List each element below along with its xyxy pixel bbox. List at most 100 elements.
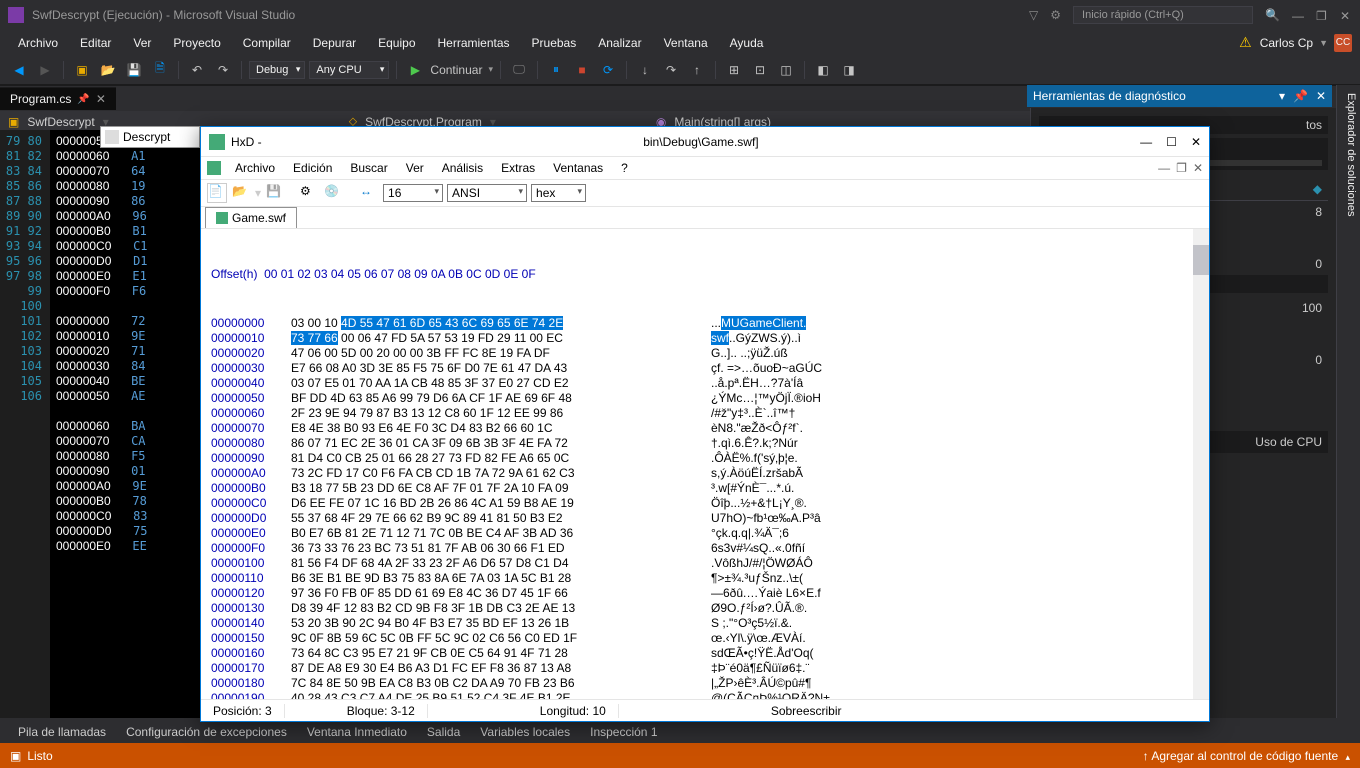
config-dropdown[interactable]: Debug <box>249 61 305 79</box>
back-button[interactable]: ◀ <box>8 59 30 81</box>
tb-icon-4[interactable]: ◧ <box>812 59 834 81</box>
hxd-toolbar: 📄 📂 ▾ 💾 ⚙ 💿 ↔ 16 ANSI hex <box>201 179 1209 207</box>
redo-button[interactable]: ↷ <box>212 59 234 81</box>
hxd-bytes-field[interactable]: 16 <box>383 184 443 202</box>
user-name[interactable]: Carlos Cp <box>1260 36 1313 50</box>
hxd-mdi-max-icon[interactable]: ❐ <box>1176 161 1187 175</box>
hxd-minimize-icon[interactable]: — <box>1140 135 1152 149</box>
hxd-tab-game-swf[interactable]: Game.swf <box>205 207 297 228</box>
tab-program-cs[interactable]: Program.cs 📌 ✕ <box>0 87 116 110</box>
hxd-menu-extras[interactable]: Extras <box>493 159 543 177</box>
forward-button[interactable]: ▶ <box>34 59 56 81</box>
menu-proyecto[interactable]: Proyecto <box>163 33 230 53</box>
menu-ventana[interactable]: Ventana <box>654 33 718 53</box>
hxd-base-field[interactable]: hex <box>531 184 586 202</box>
menu-herramientas[interactable]: Herramientas <box>428 33 520 53</box>
btab-locals[interactable]: Variables locales <box>470 722 580 742</box>
browser-button[interactable]: 🖵 <box>508 59 530 81</box>
hxd-close-icon[interactable]: ✕ <box>1191 135 1201 149</box>
menu-ver[interactable]: Ver <box>123 33 161 53</box>
hxd-menu-edicion[interactable]: Edición <box>285 159 340 177</box>
btab-output[interactable]: Salida <box>417 722 470 742</box>
hxd-save-button[interactable]: 💾 <box>265 183 285 203</box>
undo-button[interactable]: ↶ <box>186 59 208 81</box>
btab-callstack[interactable]: Pila de llamadas <box>8 722 116 742</box>
diag-col-2[interactable]: Uso de CPU <box>1255 435 1322 449</box>
tb-icon-5[interactable]: ◨ <box>838 59 860 81</box>
vs-menubar: Archivo Editar Ver Proyecto Compilar Dep… <box>0 30 1360 55</box>
hxd-new-button[interactable]: 📄 <box>207 183 227 203</box>
menu-editar[interactable]: Editar <box>70 33 121 53</box>
quick-launch-input[interactable]: Inicio rápido (Ctrl+Q) <box>1073 6 1253 24</box>
solution-explorer-tab[interactable]: Explorador de soluciones <box>1336 85 1360 718</box>
hxd-menu-help[interactable]: ? <box>613 159 636 177</box>
minimize-icon[interactable]: — <box>1292 9 1304 21</box>
step-out-button[interactable]: ↑ <box>686 59 708 81</box>
diag-val-100: 100 <box>1302 301 1322 315</box>
hxd-menu-archivo[interactable]: Archivo <box>227 159 283 177</box>
hxd-menu-ventanas[interactable]: Ventanas <box>545 159 611 177</box>
hxd-mdi-close-icon[interactable]: ✕ <box>1193 161 1203 175</box>
feedback-icon[interactable]: ⚙ <box>1050 8 1061 22</box>
search-icon[interactable]: 🔍 <box>1265 8 1280 22</box>
btab-immediate[interactable]: Ventana Inmediato <box>297 722 417 742</box>
warning-icon: ⚠ <box>1239 34 1252 51</box>
diagnostics-header[interactable]: Herramientas de diagnóstico ▾ 📌 ✕ <box>1027 85 1332 107</box>
hxd-menu-ver[interactable]: Ver <box>398 159 432 177</box>
hxd-app-icon <box>209 134 225 150</box>
new-project-button[interactable]: ▣ <box>71 59 93 81</box>
diag-close-icon[interactable]: ✕ <box>1316 89 1326 103</box>
menu-depurar[interactable]: Depurar <box>303 33 366 53</box>
break-all-button[interactable]: ⏸ <box>545 59 567 81</box>
tb-icon-3[interactable]: ◫ <box>775 59 797 81</box>
descrypt-window[interactable]: Descrypt <box>100 126 200 148</box>
hxd-mdi-min-icon[interactable]: — <box>1158 161 1170 175</box>
crumb-1[interactable]: SwfDescrypt <box>19 115 102 129</box>
tb-icon-1[interactable]: ⊞ <box>723 59 745 81</box>
hxd-menu-analisis[interactable]: Análisis <box>434 159 491 177</box>
hxd-ram-button[interactable]: ⚙ <box>299 183 319 203</box>
close-icon[interactable]: ✕ <box>1340 9 1352 21</box>
user-badge[interactable]: CC <box>1334 34 1352 52</box>
save-button[interactable]: 💾 <box>123 59 145 81</box>
save-all-button[interactable]: 🗎 <box>149 59 171 81</box>
restart-button[interactable]: ⟳ <box>597 59 619 81</box>
open-button[interactable]: 📂 <box>97 59 119 81</box>
platform-dropdown[interactable]: Any CPU <box>309 61 389 79</box>
hxd-open-button[interactable]: 📂 <box>231 183 251 203</box>
menu-compilar[interactable]: Compilar <box>233 33 301 53</box>
hxd-status-mode: Sobreescribir <box>759 704 854 718</box>
vs-logo-icon <box>8 7 24 23</box>
menu-pruebas[interactable]: Pruebas <box>522 33 587 53</box>
flag-icon[interactable]: ▽ <box>1029 8 1038 22</box>
menu-equipo[interactable]: Equipo <box>368 33 425 53</box>
hxd-maximize-icon[interactable]: ☐ <box>1166 135 1177 149</box>
hxd-disk-button[interactable]: 💿 <box>323 183 343 203</box>
tab-close-icon[interactable]: ✕ <box>96 92 106 106</box>
btab-watch[interactable]: Inspección 1 <box>580 722 667 742</box>
user-dropdown-icon[interactable]: ▼ <box>1319 38 1328 48</box>
hxd-menu-buscar[interactable]: Buscar <box>342 159 395 177</box>
hxd-hex-view[interactable]: Offset(h) 00 01 02 03 04 05 06 07 08 09 … <box>201 229 1209 699</box>
menu-ayuda[interactable]: Ayuda <box>720 33 774 53</box>
maximize-icon[interactable]: ❐ <box>1316 9 1328 21</box>
step-into-button[interactable]: ↓ <box>634 59 656 81</box>
diag-pin-icon[interactable]: 📌 <box>1293 89 1308 103</box>
git-up-icon[interactable]: ↑ <box>1143 749 1149 763</box>
continue-button[interactable]: ▶ <box>404 59 426 81</box>
stop-button[interactable]: ■ <box>571 59 593 81</box>
continue-label[interactable]: Continuar <box>430 63 482 77</box>
hxd-titlebar[interactable]: HxD - bin\Debug\Game.swf] — ☐ ✕ <box>201 127 1209 157</box>
hxd-arrow-button[interactable]: ↔ <box>359 183 379 203</box>
menu-analizar[interactable]: Analizar <box>588 33 651 53</box>
step-over-button[interactable]: ↷ <box>660 59 682 81</box>
line-gutter: 79 80 81 82 83 84 85 86 87 88 89 90 91 9… <box>0 130 50 718</box>
tb-icon-2[interactable]: ⊡ <box>749 59 771 81</box>
pin-icon[interactable]: 📌 <box>77 94 89 105</box>
btab-exceptions[interactable]: Configuración de excepciones <box>116 722 297 742</box>
menu-archivo[interactable]: Archivo <box>8 33 68 53</box>
hxd-encoding-field[interactable]: ANSI <box>447 184 527 202</box>
git-hint[interactable]: Agregar al control de código fuente <box>1151 749 1338 763</box>
hxd-scrollbar[interactable] <box>1193 229 1209 699</box>
diag-dropdown-icon[interactable]: ▾ <box>1279 89 1285 103</box>
